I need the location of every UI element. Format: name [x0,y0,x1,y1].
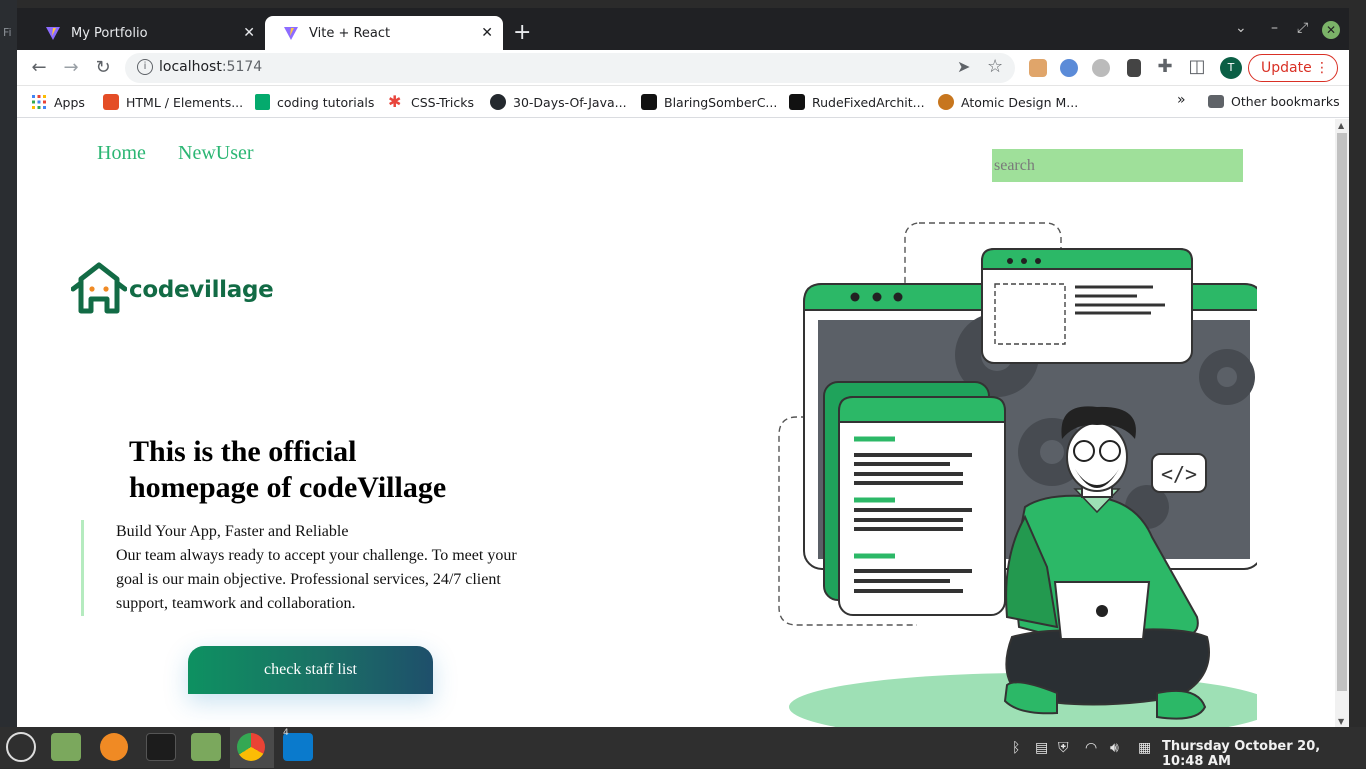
tab-title: Vite + React [309,25,391,41]
code-tag: </> [1161,462,1197,486]
bookmarks-overflow-icon[interactable]: » [1177,92,1186,108]
terminal-icon[interactable] [146,733,176,761]
window-dot [850,292,860,302]
tab-vite-react[interactable]: Vite + React ✕ [265,16,503,50]
scrollbar-thumb[interactable] [1337,133,1347,691]
search-input[interactable] [992,149,1243,182]
firefox-icon[interactable] [100,733,128,761]
vite-icon [46,27,60,40]
browser-toolbar: ← → ↻ i localhost:5174 ➤ ☆ ✚ ◫ T Update ⋮ [17,50,1349,86]
scroll-down-icon[interactable]: ▼ [1338,717,1344,726]
clipboard-icon[interactable]: ▤ [1035,740,1048,756]
desktop-glyph: Fi [3,26,12,39]
extension-icon[interactable] [1029,59,1047,77]
side-panel-icon[interactable]: ◫ [1185,55,1209,79]
atomic-design-icon [938,94,954,110]
folder-icon [1208,95,1224,108]
extension-icon[interactable] [1060,59,1078,77]
bookmark-css-tricks[interactable]: ✱ CSS-Tricks [388,94,474,110]
window-dot [1007,258,1013,264]
logo-text: codevillage [129,277,274,303]
page-headline: This is the official homepage of codeVil… [129,435,447,504]
mint-menu-icon[interactable] [6,732,36,762]
other-bookmarks[interactable]: Other bookmarks [1208,94,1340,109]
intro-blockquote: Build Your App, Faster and Reliable Our … [81,520,541,616]
nav-newuser-link[interactable]: NewUser [178,142,254,165]
css-tricks-icon: ✱ [388,92,402,111]
maximize-icon[interactable]: ⤢ [1297,20,1308,36]
bookmark-apps[interactable]: Apps [31,94,85,110]
apps-grid-icon [32,95,46,109]
minimize-icon[interactable]: – [1271,20,1278,36]
bookmark-star-icon[interactable]: ☆ [987,56,1003,77]
forward-icon[interactable]: → [59,56,83,80]
laptop-logo [1096,605,1108,617]
house-logo-icon [71,262,127,314]
puzzle-extensions-icon[interactable]: ✚ [1153,55,1177,79]
bookmarks-bar: Apps HTML / Elements... coding tutorials… [17,86,1349,118]
codevillage-logo: codevillage [71,259,274,321]
tab-my-portfolio[interactable]: My Portfolio ✕ [27,16,265,50]
scroll-up-icon[interactable]: ▲ [1338,121,1344,130]
files-folder-icon[interactable] [191,733,221,761]
site-info-icon[interactable]: i [137,59,153,75]
html5-icon [103,94,119,110]
tab-bar: My Portfolio ✕ Vite + React ✕ + ⌄ – ⤢ ✕ [17,8,1349,50]
window-dot [893,292,903,302]
vscode-window-count: 4 [283,728,289,738]
files-folder-icon[interactable] [51,733,81,761]
window-dot [1035,258,1041,264]
close-tab-icon[interactable]: ✕ [243,25,255,41]
profile-avatar[interactable]: T [1220,57,1242,79]
address-url: localhost:5174 [159,59,263,75]
page-scrollbar[interactable]: ▲ ▼ [1335,119,1349,727]
w3schools-icon [255,94,270,110]
bookmark-coding-tutorials[interactable]: coding tutorials [255,94,374,110]
bookmark-blaring[interactable]: BlaringSomberC... [641,94,777,110]
close-tab-icon[interactable]: ✕ [481,25,493,41]
bookmark-rudefixed[interactable]: RudeFixedArchit... [789,94,925,110]
small-window-header [981,248,1193,270]
github-icon [490,94,506,110]
tab-title: My Portfolio [71,25,148,41]
send-tab-icon[interactable]: ➤ [957,57,970,76]
volume-icon[interactable]: 🔊︎ [1110,740,1119,756]
document-card-header [838,396,1006,423]
browser-window: My Portfolio ✕ Vite + React ✕ + ⌄ – ⤢ ✕ … [17,8,1349,727]
replit-icon [641,94,657,110]
chrome-icon[interactable] [237,733,265,761]
tagline: Build Your App, Faster and Reliable [116,523,349,540]
address-bar[interactable]: i localhost:5174 ➤ ☆ [125,53,1015,83]
check-staff-list-button[interactable]: check staff list [188,646,433,694]
nav-home-link[interactable]: Home [97,142,146,165]
back-icon[interactable]: ← [27,56,51,80]
developer-illustration: </> [778,222,1257,727]
os-taskbar: 4 ᛒ ▤ ⛨ ◠ 🔊︎ ▦ Thursday October 20, 10:4… [0,727,1366,769]
bluetooth-icon[interactable]: ᛒ [1012,740,1020,756]
notes-icon[interactable]: ▦ [1138,740,1151,756]
shield-icon[interactable]: ⛨ [1058,740,1069,756]
eyedropper-extension-icon[interactable] [1127,59,1141,77]
bookmark-30-days-java[interactable]: 30-Days-Of-Java... [490,94,627,110]
extension-icon[interactable] [1092,59,1110,77]
new-tab-icon[interactable]: + [513,22,531,44]
close-window-icon[interactable]: ✕ [1322,21,1340,39]
vite-icon [284,27,298,40]
window-dot [872,292,882,302]
bookmark-atomic-design[interactable]: Atomic Design M... [938,94,1078,110]
reload-icon[interactable]: ↻ [91,56,115,80]
page-viewport: Home NewUser codevillage This is the off… [17,119,1335,727]
description: Our team always ready to accept your cha… [116,547,517,612]
wifi-icon[interactable]: ◠ [1085,740,1097,756]
window-dot [1021,258,1027,264]
desktop-edge: Fi [0,0,17,727]
replit-icon [789,94,805,110]
bookmark-html-elements[interactable]: HTML / Elements... [103,94,243,110]
more-menu-icon[interactable]: ⋮ [1315,55,1329,81]
update-button[interactable]: Update ⋮ [1248,54,1338,82]
taskbar-clock[interactable]: Thursday October 20, 10:48 AM [1162,739,1366,769]
tab-search-icon[interactable]: ⌄ [1235,20,1247,36]
